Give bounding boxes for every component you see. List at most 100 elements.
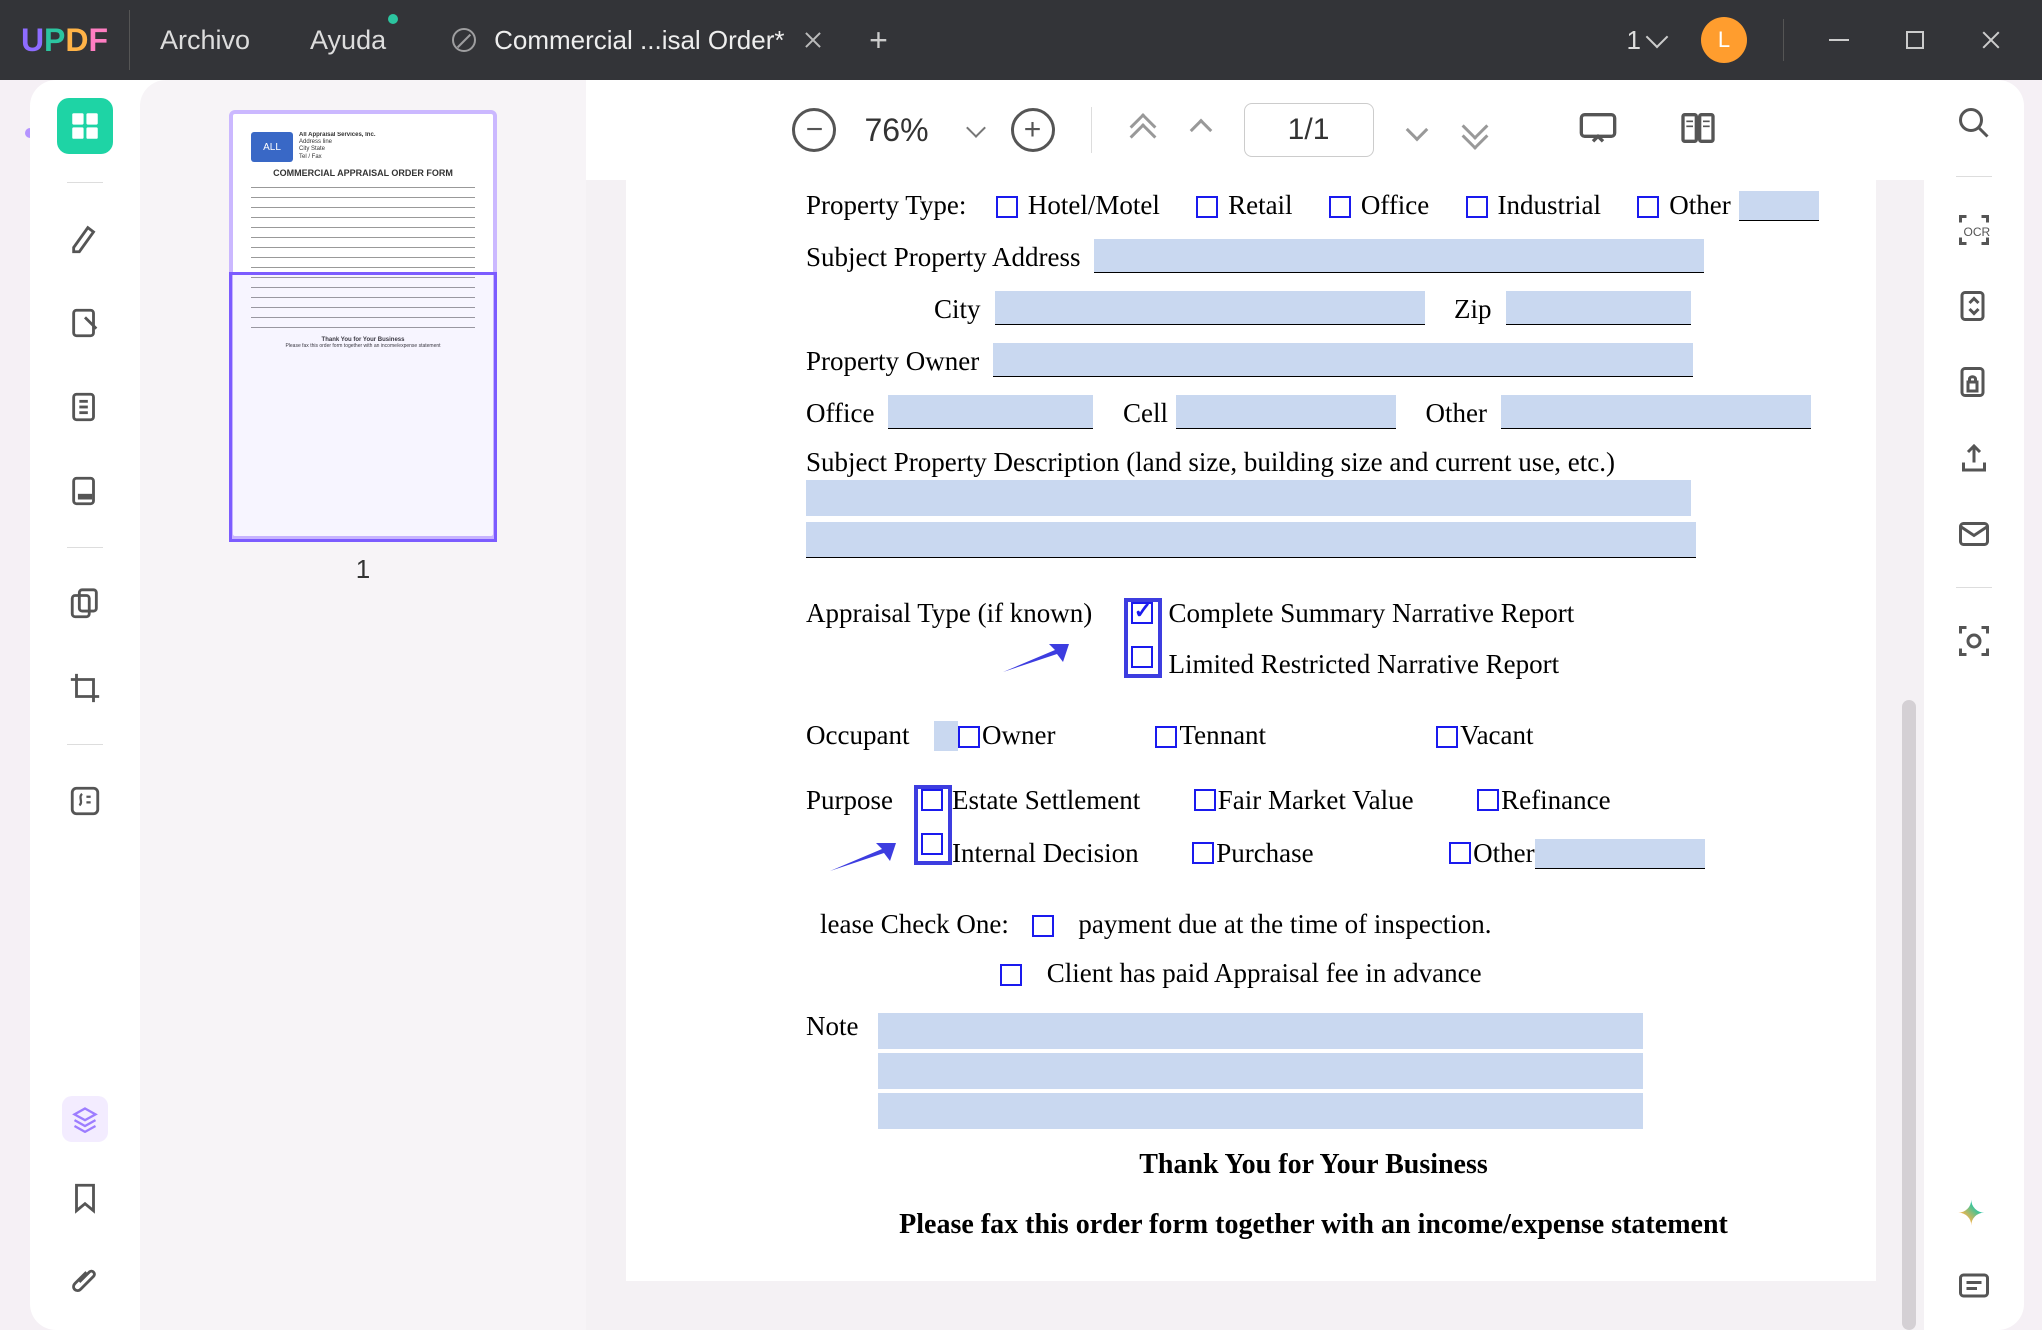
checkbox-fmv[interactable] [1194, 789, 1216, 811]
next-page-button[interactable] [1402, 115, 1432, 145]
checkbox-owner[interactable] [958, 726, 980, 748]
organize-tool[interactable] [57, 379, 113, 435]
checkbox-office[interactable] [1329, 196, 1351, 218]
checkbox-limited-restricted[interactable] [1131, 646, 1153, 668]
checkbox-other-pt[interactable] [1637, 196, 1659, 218]
page-layout-button[interactable] [1678, 108, 1718, 153]
bookmark-tool[interactable] [57, 1170, 113, 1226]
label-city: City [934, 294, 981, 325]
menu-help[interactable]: Ayuda [280, 0, 416, 80]
two-page-icon [1678, 108, 1718, 148]
field-subject-address[interactable] [1094, 239, 1704, 273]
window-close-button[interactable] [1960, 0, 2022, 80]
annotation-arrow-icon [1001, 642, 1071, 676]
presentation-icon [1578, 111, 1618, 145]
field-office[interactable] [888, 395, 1093, 429]
window-maximize-button[interactable] [1884, 0, 1946, 80]
redact-tool[interactable] [57, 463, 113, 519]
field-description-line2[interactable] [806, 522, 1696, 558]
presentation-button[interactable] [1578, 111, 1618, 150]
field-note-3[interactable] [878, 1093, 1643, 1129]
protect-button[interactable] [1951, 359, 1997, 405]
checkbox-industrial[interactable] [1466, 196, 1488, 218]
page-current: 1 [1288, 113, 1305, 147]
checkbox-other-purpose[interactable] [1449, 842, 1471, 864]
save-button[interactable] [1951, 618, 1997, 664]
field-other-phone[interactable] [1501, 395, 1811, 429]
fill-sign-tool[interactable] [57, 576, 113, 632]
window-minimize-button[interactable] [1808, 0, 1870, 80]
attachment-tool[interactable] [57, 1254, 113, 1310]
menu-file[interactable]: Archivo [130, 0, 280, 80]
edit-page-icon [68, 306, 102, 340]
bookmark-icon [68, 1181, 102, 1215]
crop-tool[interactable] [57, 660, 113, 716]
mail-icon [1956, 516, 1992, 552]
user-avatar[interactable]: L [1701, 17, 1747, 63]
label-limited-restricted: Limited Restricted Narrative Report [1169, 649, 1575, 680]
menu-help-label: Ayuda [310, 25, 386, 56]
page-thumbnail[interactable]: ALL All Appraisal Services, Inc.Address … [229, 110, 497, 540]
app-logo[interactable]: UPDF [0, 10, 130, 70]
checkbox-payment-due[interactable] [1032, 915, 1054, 937]
field-note-2[interactable] [878, 1053, 1643, 1089]
field-city[interactable] [995, 291, 1425, 325]
field-cell[interactable] [1176, 395, 1396, 429]
layers-icon [71, 1105, 99, 1133]
copy-pages-icon [68, 587, 102, 621]
edit-tool[interactable] [57, 295, 113, 351]
field-pt-other[interactable] [1739, 191, 1819, 221]
field-owner[interactable] [993, 343, 1693, 377]
label-office: Office [806, 398, 874, 429]
first-page-button[interactable] [1128, 115, 1158, 145]
zoom-dropdown[interactable]: 76% [864, 112, 982, 149]
view-toolbar: − 76% + 1 / 1 [586, 80, 1924, 180]
checkbox-complete-summary[interactable] [1131, 602, 1153, 624]
thumbnails-panel: ALL All Appraisal Services, Inc.Address … [140, 80, 586, 1330]
ocr-button[interactable]: OCR [1951, 207, 1997, 253]
layers-tool[interactable] [62, 1096, 108, 1142]
tab-switcher[interactable]: 1 [1617, 25, 1675, 56]
checkbox-retail[interactable] [1196, 196, 1218, 218]
thumbnails-tool[interactable] [57, 98, 113, 154]
checkbox-estate[interactable] [921, 789, 943, 811]
field-purpose-other[interactable] [1535, 839, 1705, 869]
convert-button[interactable] [1951, 283, 1997, 329]
checkbox-refinance[interactable] [1477, 789, 1499, 811]
viewport-indicator [229, 272, 497, 542]
tab-close-button[interactable] [803, 30, 823, 50]
checkbox-purchase[interactable] [1192, 842, 1214, 864]
search-button[interactable] [1951, 100, 1997, 146]
zoom-out-button[interactable]: − [792, 108, 836, 152]
share-button[interactable] [1951, 435, 1997, 481]
zoom-in-button[interactable]: + [1011, 108, 1055, 152]
scrollbar[interactable] [1902, 700, 1916, 1330]
comment-tool[interactable] [57, 211, 113, 267]
checkbox-paid-advance[interactable] [1000, 964, 1022, 986]
page-content: Property Type: Hotel/Motel Retail Office… [626, 180, 1876, 1281]
checkbox-vacant[interactable] [1436, 726, 1458, 748]
pen-icon [68, 222, 102, 256]
label-description: Subject Property Description (land size,… [806, 447, 1821, 478]
document-viewport[interactable]: Property Type: Hotel/Motel Retail Office… [586, 180, 1924, 1330]
checkbox-hotel[interactable] [996, 196, 1018, 218]
field-zip[interactable] [1506, 291, 1691, 325]
prev-page-button[interactable] [1186, 115, 1216, 145]
annotations-panel-button[interactable] [1951, 1264, 1997, 1310]
ai-assistant-button[interactable] [1951, 1188, 1997, 1234]
checkbox-internal[interactable] [921, 833, 943, 855]
chevron-down-icon [1646, 26, 1669, 49]
email-button[interactable] [1951, 511, 1997, 557]
last-page-button[interactable] [1460, 115, 1490, 145]
form-tool[interactable] [57, 773, 113, 829]
convert-icon [1956, 288, 1992, 324]
zoom-value: 76% [864, 112, 928, 149]
field-note-1[interactable] [878, 1013, 1643, 1049]
checkbox-tennant[interactable] [1155, 726, 1177, 748]
document-tab[interactable]: Commercial ...isal Order* [416, 0, 848, 80]
page-input[interactable]: 1 / 1 [1244, 103, 1374, 157]
new-tab-button[interactable]: + [849, 22, 909, 59]
field-description-line1[interactable] [806, 480, 1691, 516]
ai-flower-icon [1957, 1194, 1991, 1228]
pages-icon [68, 390, 102, 424]
